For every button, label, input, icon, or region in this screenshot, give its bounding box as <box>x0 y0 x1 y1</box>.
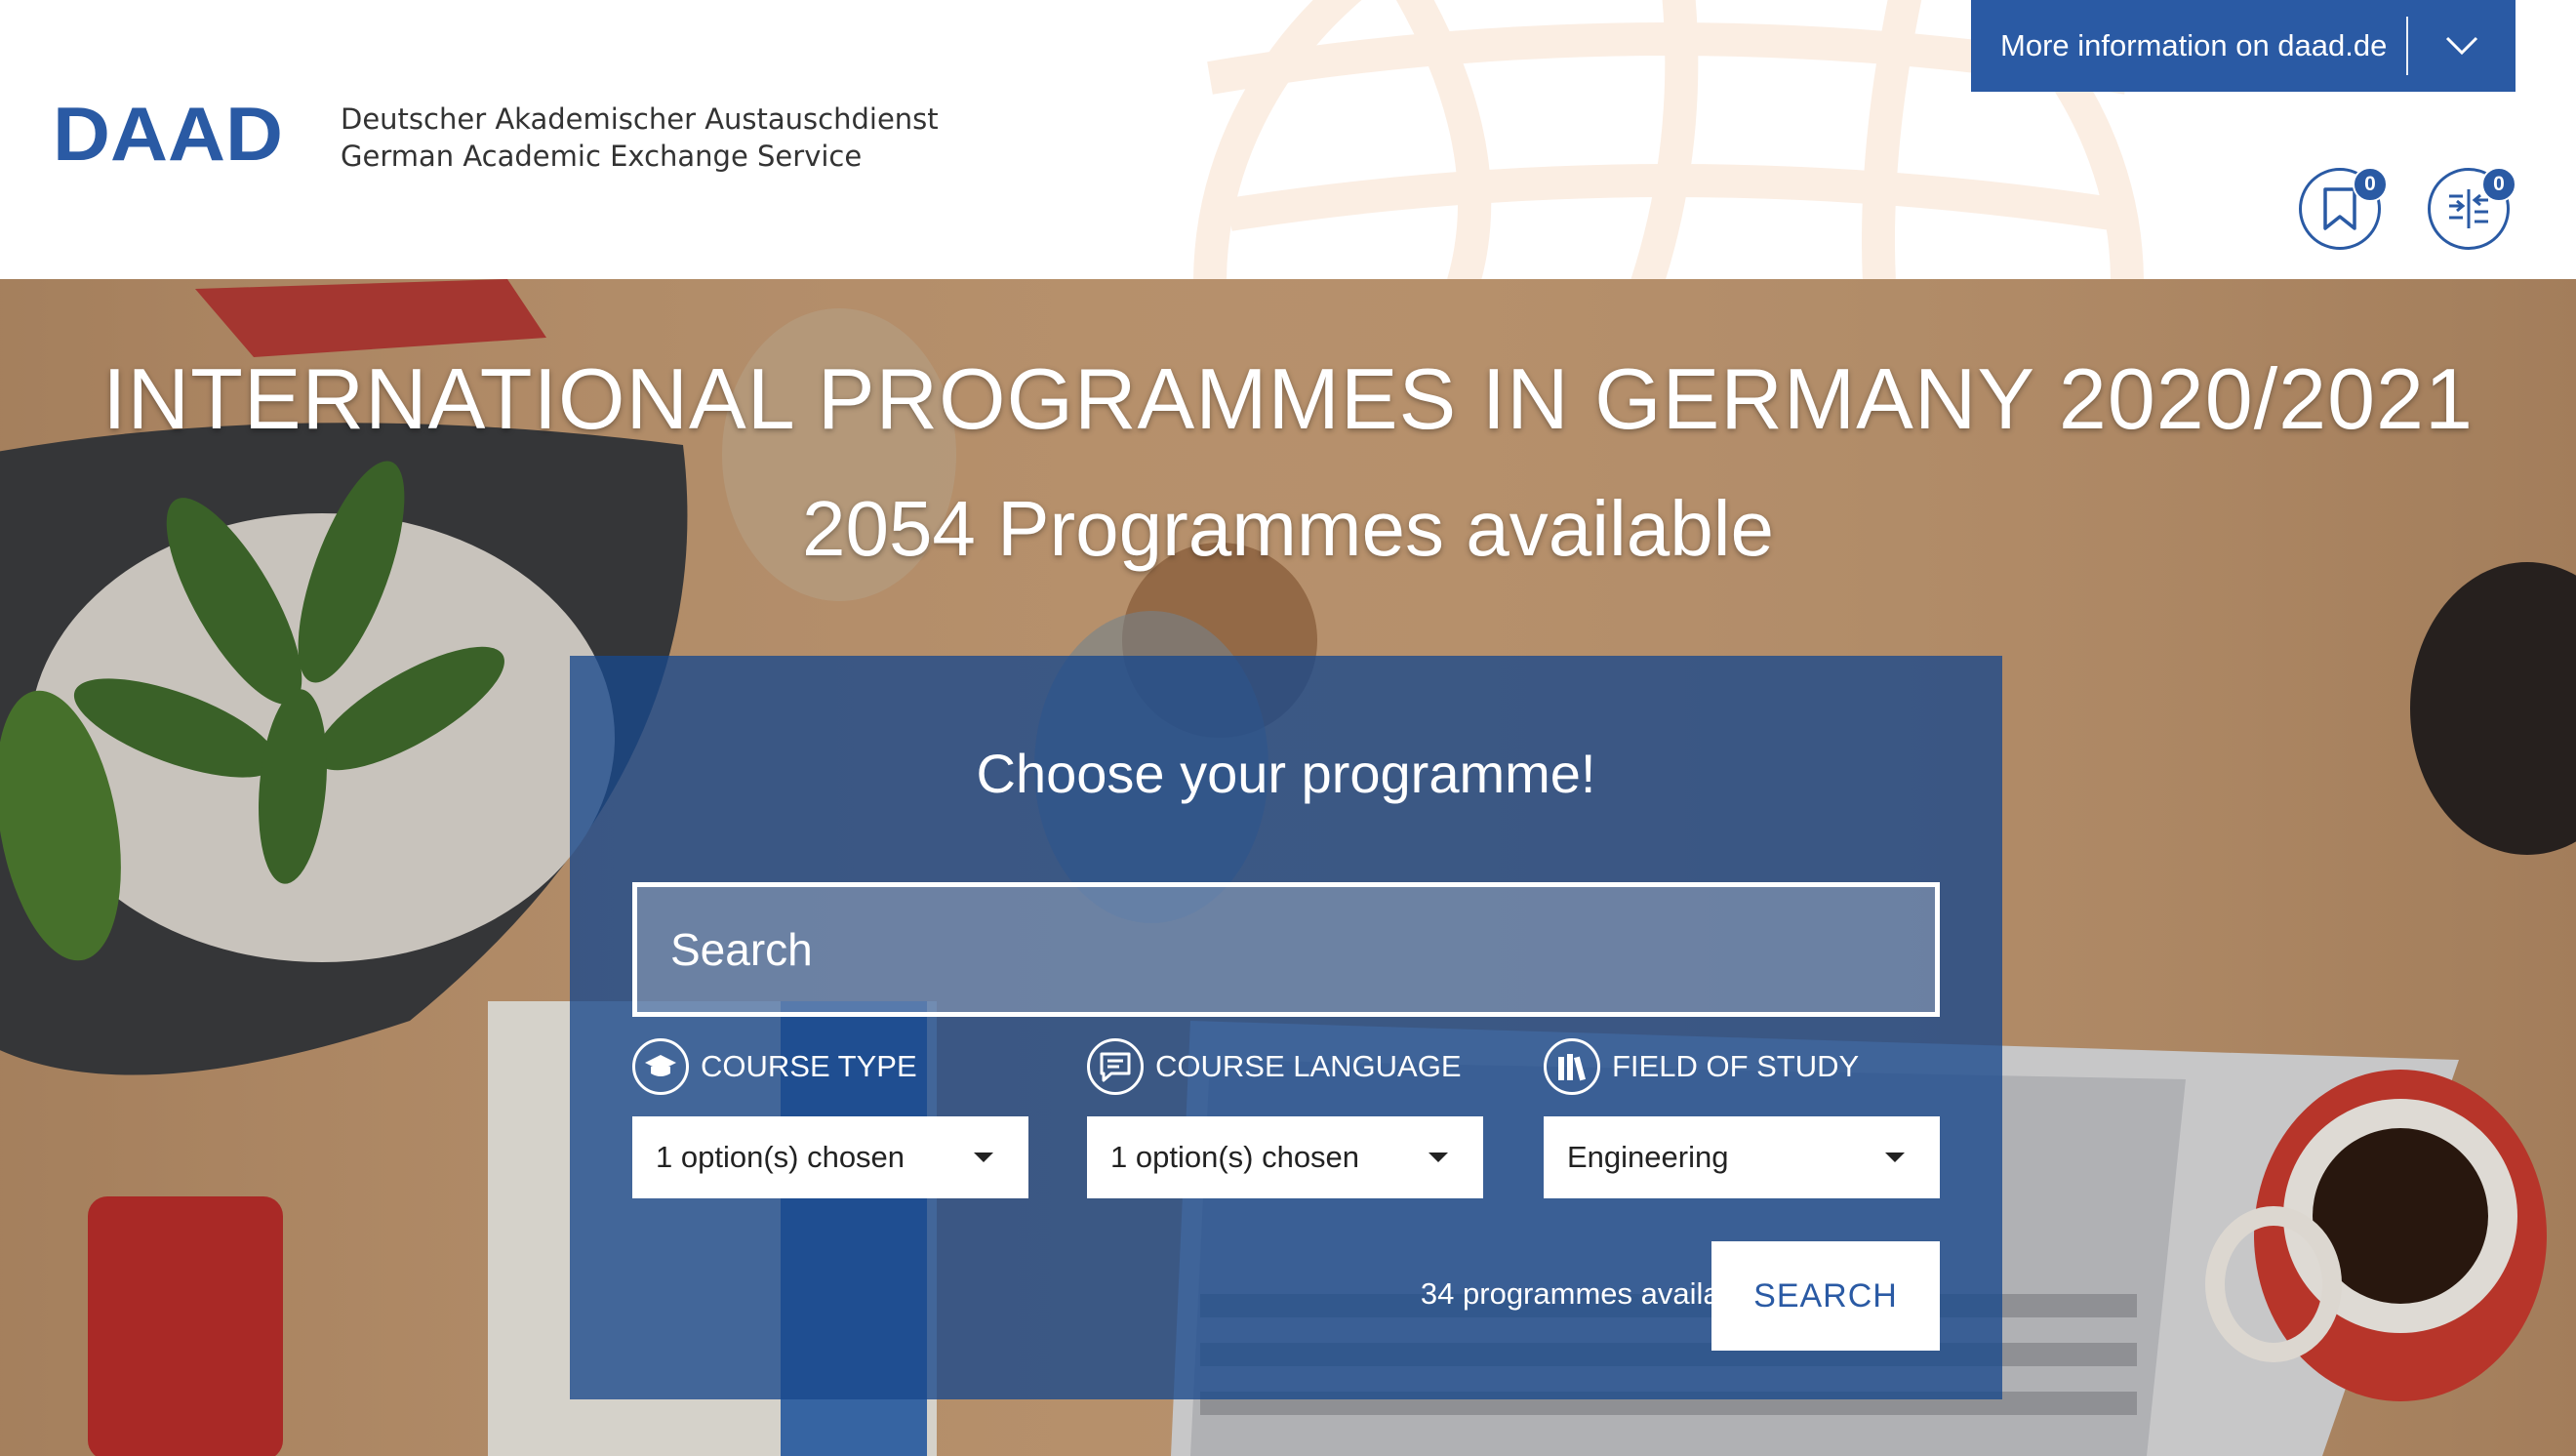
programme-search-panel: Choose your programme! COURSE TYPE 1 opt… <box>570 656 2002 1399</box>
site-header: DAAD Deutscher Akademischer Austauschdie… <box>0 0 2576 279</box>
search-button[interactable]: SEARCH <box>1711 1241 1940 1351</box>
hero-programme-count: 2054 Programmes available <box>801 485 1775 572</box>
course-type-select[interactable]: 1 option(s) chosen <box>632 1116 1028 1198</box>
course-type-value: 1 option(s) chosen <box>656 1140 906 1174</box>
graduation-cap-icon <box>632 1038 689 1095</box>
compare-count-badge: 0 <box>2481 167 2516 202</box>
hero-title: INTERNATIONAL PROGRAMMES IN GERMANY 2020… <box>102 350 2474 447</box>
filter-course-language: COURSE LANGUAGE 1 option(s) chosen <box>1087 1036 1483 1198</box>
results-count: 34 programmes available <box>1420 1276 1760 1311</box>
filter-course-type-label: COURSE TYPE <box>701 1049 917 1083</box>
daad-logo-text: DAAD <box>53 94 283 176</box>
daad-tagline: Deutscher Akademischer Austauschdienst G… <box>341 101 939 175</box>
filter-field-of-study: FIELD OF STUDY Engineering <box>1544 1036 1940 1198</box>
bookmark-icon <box>2323 187 2356 230</box>
compare-button[interactable]: 0 <box>2428 167 2516 250</box>
speech-bubble-icon <box>1087 1038 1144 1095</box>
caret-down-icon <box>974 1153 993 1162</box>
filter-course-type: COURSE TYPE 1 option(s) chosen <box>632 1036 1028 1198</box>
caret-down-icon <box>1429 1153 1448 1162</box>
filter-course-type-header: COURSE TYPE <box>632 1036 1028 1097</box>
tagline-english: German Academic Exchange Service <box>341 140 863 173</box>
course-language-value: 1 option(s) chosen <box>1110 1140 1360 1174</box>
filter-field-of-study-label: FIELD OF STUDY <box>1612 1049 1860 1083</box>
search-input[interactable] <box>632 882 1940 1017</box>
chevron-down-icon <box>2445 36 2478 56</box>
field-of-study-select[interactable]: Engineering <box>1544 1116 1940 1198</box>
more-info-dropdown[interactable]: More information on daad.de <box>1971 0 2516 92</box>
filter-course-language-header: COURSE LANGUAGE <box>1087 1036 1483 1097</box>
panel-heading: Choose your programme! <box>976 743 1596 804</box>
books-icon <box>1544 1038 1600 1095</box>
filter-field-of-study-header: FIELD OF STUDY <box>1544 1036 1940 1097</box>
caret-down-icon <box>1885 1153 1905 1162</box>
bookmarks-button[interactable]: 0 <box>2299 167 2388 250</box>
hero-banner: INTERNATIONAL PROGRAMMES IN GERMANY 2020… <box>0 279 2576 1456</box>
more-info-toggle[interactable] <box>2408 0 2516 92</box>
more-info-separator <box>2406 17 2408 75</box>
bookmarks-count-badge: 0 <box>2353 167 2388 202</box>
daad-logo[interactable]: DAAD <box>53 94 287 176</box>
tagline-german: Deutscher Akademischer Austauschdienst <box>341 102 939 136</box>
field-of-study-value: Engineering <box>1567 1140 1729 1174</box>
more-info-label[interactable]: More information on daad.de <box>1971 28 2406 63</box>
course-language-select[interactable]: 1 option(s) chosen <box>1087 1116 1483 1198</box>
filter-course-language-label: COURSE LANGUAGE <box>1155 1049 1462 1083</box>
